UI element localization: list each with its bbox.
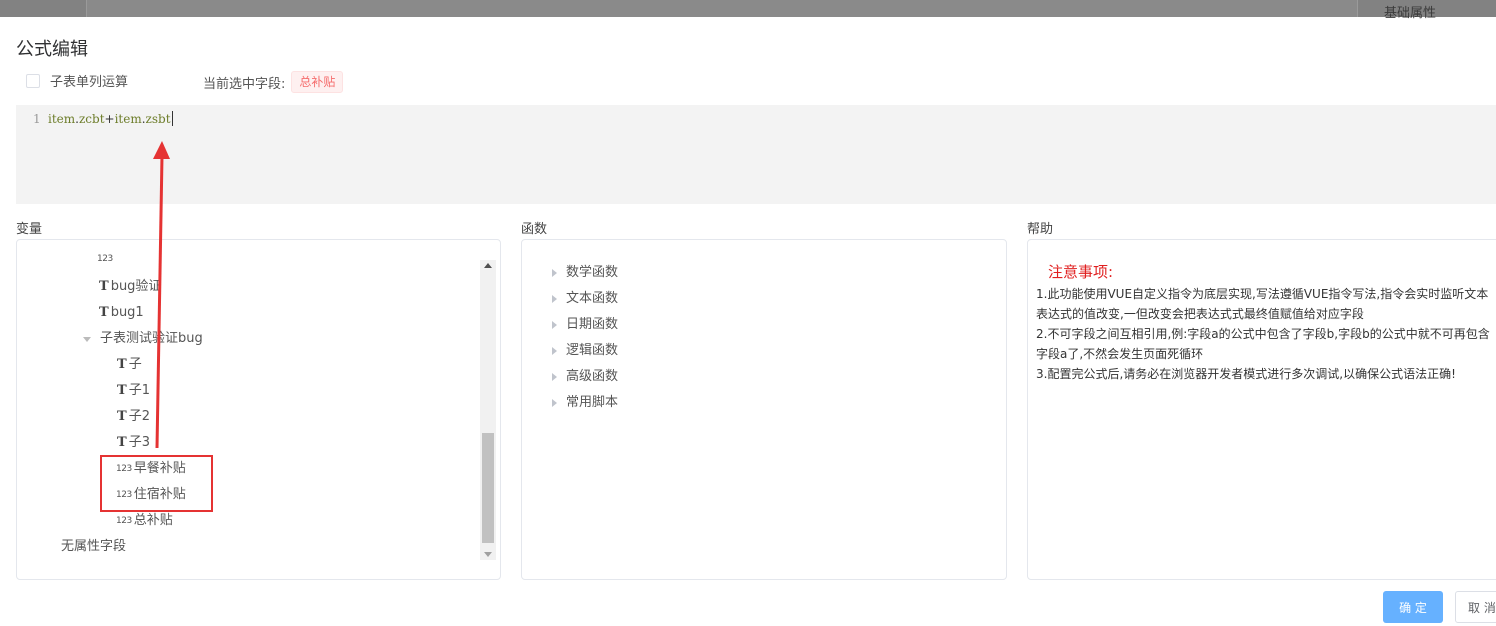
code-token: +	[104, 112, 115, 126]
tree-node[interactable]: 无属性字段	[61, 534, 126, 560]
caret-right-icon[interactable]	[552, 269, 557, 277]
code-token: zcbt	[78, 112, 105, 126]
caret-right-icon[interactable]	[552, 347, 557, 355]
tree-node[interactable]: T 子3	[117, 430, 150, 456]
code-token: item	[48, 112, 76, 126]
background-overlay: 基础属性	[0, 0, 1496, 21]
annotation-highlight-box	[100, 455, 213, 512]
text-type-icon: T	[117, 435, 127, 450]
text-type-icon: T	[117, 383, 127, 398]
tree-node[interactable]: T 子1	[117, 378, 150, 404]
tree-node[interactable]: Tbug验证	[99, 274, 161, 300]
scroll-up-arrow-icon[interactable]	[484, 263, 492, 268]
current-field-row: 当前选中字段: 总补贴	[203, 71, 344, 93]
code-token: zsbt	[145, 112, 171, 126]
current-field-tag: 总补贴	[291, 71, 344, 93]
function-category[interactable]: 文本函数	[552, 286, 618, 312]
caret-right-icon[interactable]	[552, 399, 557, 407]
function-category-label: 日期函数	[566, 317, 619, 332]
text-type-icon: T	[117, 357, 127, 372]
function-category-label: 数学函数	[566, 265, 619, 280]
cancel-button[interactable]: 取 消	[1455, 591, 1496, 623]
subtable-checkbox-label[interactable]: 子表单列运算	[50, 71, 128, 90]
help-line: 3.配置完公式后,请务必在浏览器开发者模式进行多次调试,以确保公式语法正确!	[1036, 367, 1456, 381]
tree-node[interactable]: T子	[117, 352, 142, 378]
functions-panel: 数学函数 文本函数 日期函数 逻辑函数 高级函数 常用脚本	[521, 239, 1007, 580]
editor-line-number: 1	[33, 112, 41, 126]
function-category[interactable]: 高级函数	[552, 364, 618, 390]
tree-node-label: 子2	[128, 409, 150, 424]
editor-code-line[interactable]: item.zcbt+item.zsbt	[48, 111, 173, 127]
tree-node-label: 子1	[128, 383, 150, 398]
subtable-checkbox-row[interactable]: 子表单列运算	[26, 71, 128, 90]
function-category-label: 高级函数	[566, 369, 619, 384]
tree-node-label: 子表测试验证bug	[100, 331, 203, 346]
code-token: item	[114, 112, 142, 126]
tree-node-label: 无属性字段	[61, 539, 127, 554]
caret-down-icon[interactable]	[83, 336, 91, 342]
scroll-down-arrow-icon[interactable]	[484, 552, 492, 557]
text-type-icon: T	[99, 279, 109, 294]
help-panel-label: 帮助	[1027, 222, 1054, 237]
help-line: 2.不可字段之间互相引用,例:字段a的公式中包含了字段b,字段b的公式中就不可再…	[1036, 327, 1490, 361]
tree-node-label: bug1	[110, 305, 144, 320]
tree-node-label: bug验证	[110, 279, 162, 294]
scrollbar-thumb[interactable]	[482, 433, 494, 543]
text-type-icon: T	[99, 305, 109, 320]
vertical-scrollbar[interactable]	[480, 260, 496, 560]
confirm-button[interactable]: 确 定	[1383, 591, 1443, 623]
current-field-label: 当前选中字段:	[203, 76, 286, 92]
help-line: 1.此功能使用VUE自定义指令为底层实现,写法遵循VUE指令写法,指令会实时监听…	[1036, 287, 1489, 321]
caret-right-icon[interactable]	[552, 321, 557, 329]
tree-node-label: 子3	[128, 435, 150, 450]
number-type-icon: 123	[97, 254, 113, 264]
variables-panel: 123 Tbug验证 Tbug1 子表测试验证bug T子 T 子1 T 子2 T子…	[16, 239, 501, 580]
caret-right-icon[interactable]	[552, 373, 557, 381]
function-category[interactable]: 常用脚本	[552, 390, 618, 416]
caret-right-icon[interactable]	[552, 295, 557, 303]
tree-node-label: 子	[128, 357, 142, 372]
text-cursor	[171, 111, 173, 126]
function-category-label: 常用脚本	[566, 395, 619, 410]
function-category[interactable]: 数学函数	[552, 260, 618, 286]
tree-node[interactable]: Tbug1	[99, 300, 144, 326]
background-section-label: 基础属性	[1384, 6, 1437, 21]
function-category[interactable]: 日期函数	[552, 312, 618, 338]
variables-tree: 123 Tbug验证 Tbug1 子表测试验证bug T子 T 子1 T 子2 T子…	[17, 240, 477, 579]
dialog-title: 公式编辑	[16, 39, 88, 60]
tree-node[interactable]: T 子2	[117, 404, 150, 430]
help-panel: 注意事项: 1.此功能使用VUE自定义指令为底层实现,写法遵循VUE指令写法,指…	[1027, 239, 1496, 580]
functions-panel-label: 函数	[521, 222, 548, 237]
help-text: 1.此功能使用VUE自定义指令为底层实现,写法遵循VUE指令写法,指令会实时监听…	[1036, 284, 1496, 384]
variables-panel-label: 变量	[16, 222, 43, 237]
tree-node-subtable[interactable]: 子表测试验证bug	[83, 326, 203, 352]
formula-editor[interactable]: 1 item.zcbt+item.zsbt	[16, 105, 1496, 204]
function-category-label: 文本函数	[566, 291, 619, 306]
background-panel	[86, 0, 1358, 17]
function-category[interactable]: 逻辑函数	[552, 338, 618, 364]
function-category-label: 逻辑函数	[566, 343, 619, 358]
help-title: 注意事项:	[1048, 263, 1114, 281]
tree-node-partial[interactable]: 123	[97, 246, 115, 272]
subtable-checkbox[interactable]	[26, 73, 40, 88]
text-type-icon: T	[117, 409, 127, 424]
